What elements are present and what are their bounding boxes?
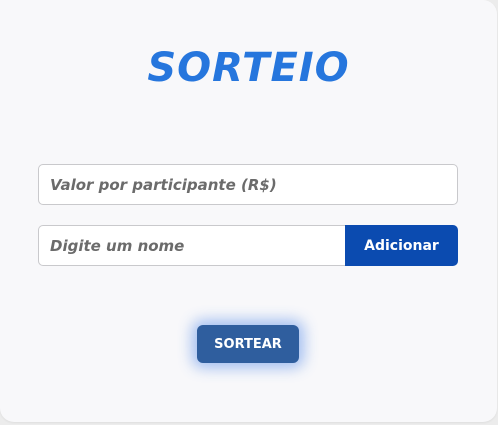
participant-value-input[interactable] (38, 164, 458, 205)
add-participant-button[interactable]: Adicionar (345, 225, 458, 266)
page-title: SORTEIO (147, 45, 350, 91)
raffle-card: SORTEIO Adicionar SORTEAR (0, 0, 497, 422)
draw-button[interactable]: SORTEAR (197, 325, 299, 363)
participant-name-input[interactable] (38, 225, 346, 266)
